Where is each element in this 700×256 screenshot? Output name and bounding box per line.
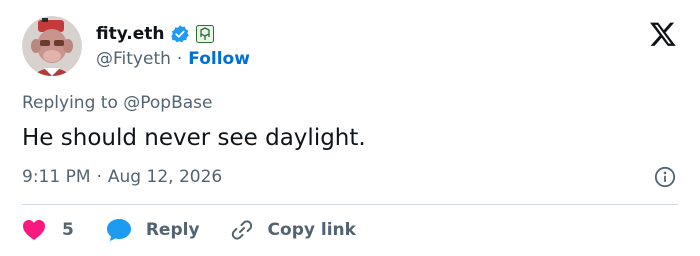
author-handle-row: @Fityeth · Follow	[96, 48, 250, 70]
replying-to-mention[interactable]: @PopBase	[123, 93, 212, 113]
tweet-date: Aug 12, 2026	[107, 167, 223, 187]
tweet-text: He should never see daylight.	[22, 125, 366, 151]
tweet-time: 9:11 PM	[22, 167, 91, 187]
speech-bubble-icon	[106, 218, 132, 242]
reply-label: Reply	[145, 220, 200, 240]
follow-button[interactable]: Follow	[188, 49, 250, 69]
author-handle[interactable]: @Fityeth	[96, 49, 171, 69]
link-icon	[230, 218, 254, 242]
copy-link-label: Copy link	[267, 220, 356, 240]
replying-to-prefix: Replying to	[22, 93, 118, 113]
replying-to-line: Replying to @PopBase	[22, 93, 212, 115]
tweet-timestamp[interactable]: 9:11 PM · Aug 12, 2026	[22, 166, 222, 188]
tweet-actions: 5 Reply Copy link	[22, 214, 356, 246]
reply-button[interactable]: Reply	[106, 218, 200, 242]
copy-link-button[interactable]: Copy link	[230, 218, 356, 242]
x-logo-icon[interactable]	[648, 20, 678, 48]
info-icon[interactable]	[654, 166, 676, 188]
divider	[22, 204, 678, 205]
heart-icon	[22, 219, 46, 241]
avatar[interactable]	[22, 16, 82, 76]
timestamp-separator: ·	[96, 167, 102, 187]
author-name-row: fity.eth	[96, 22, 215, 46]
like-button[interactable]: 5	[22, 219, 74, 241]
separator-dot: ·	[176, 49, 183, 69]
verified-badge-icon	[170, 24, 190, 44]
author-display-name[interactable]: fity.eth	[96, 24, 164, 44]
affiliation-badge-icon[interactable]	[196, 25, 215, 43]
like-count: 5	[62, 220, 74, 240]
